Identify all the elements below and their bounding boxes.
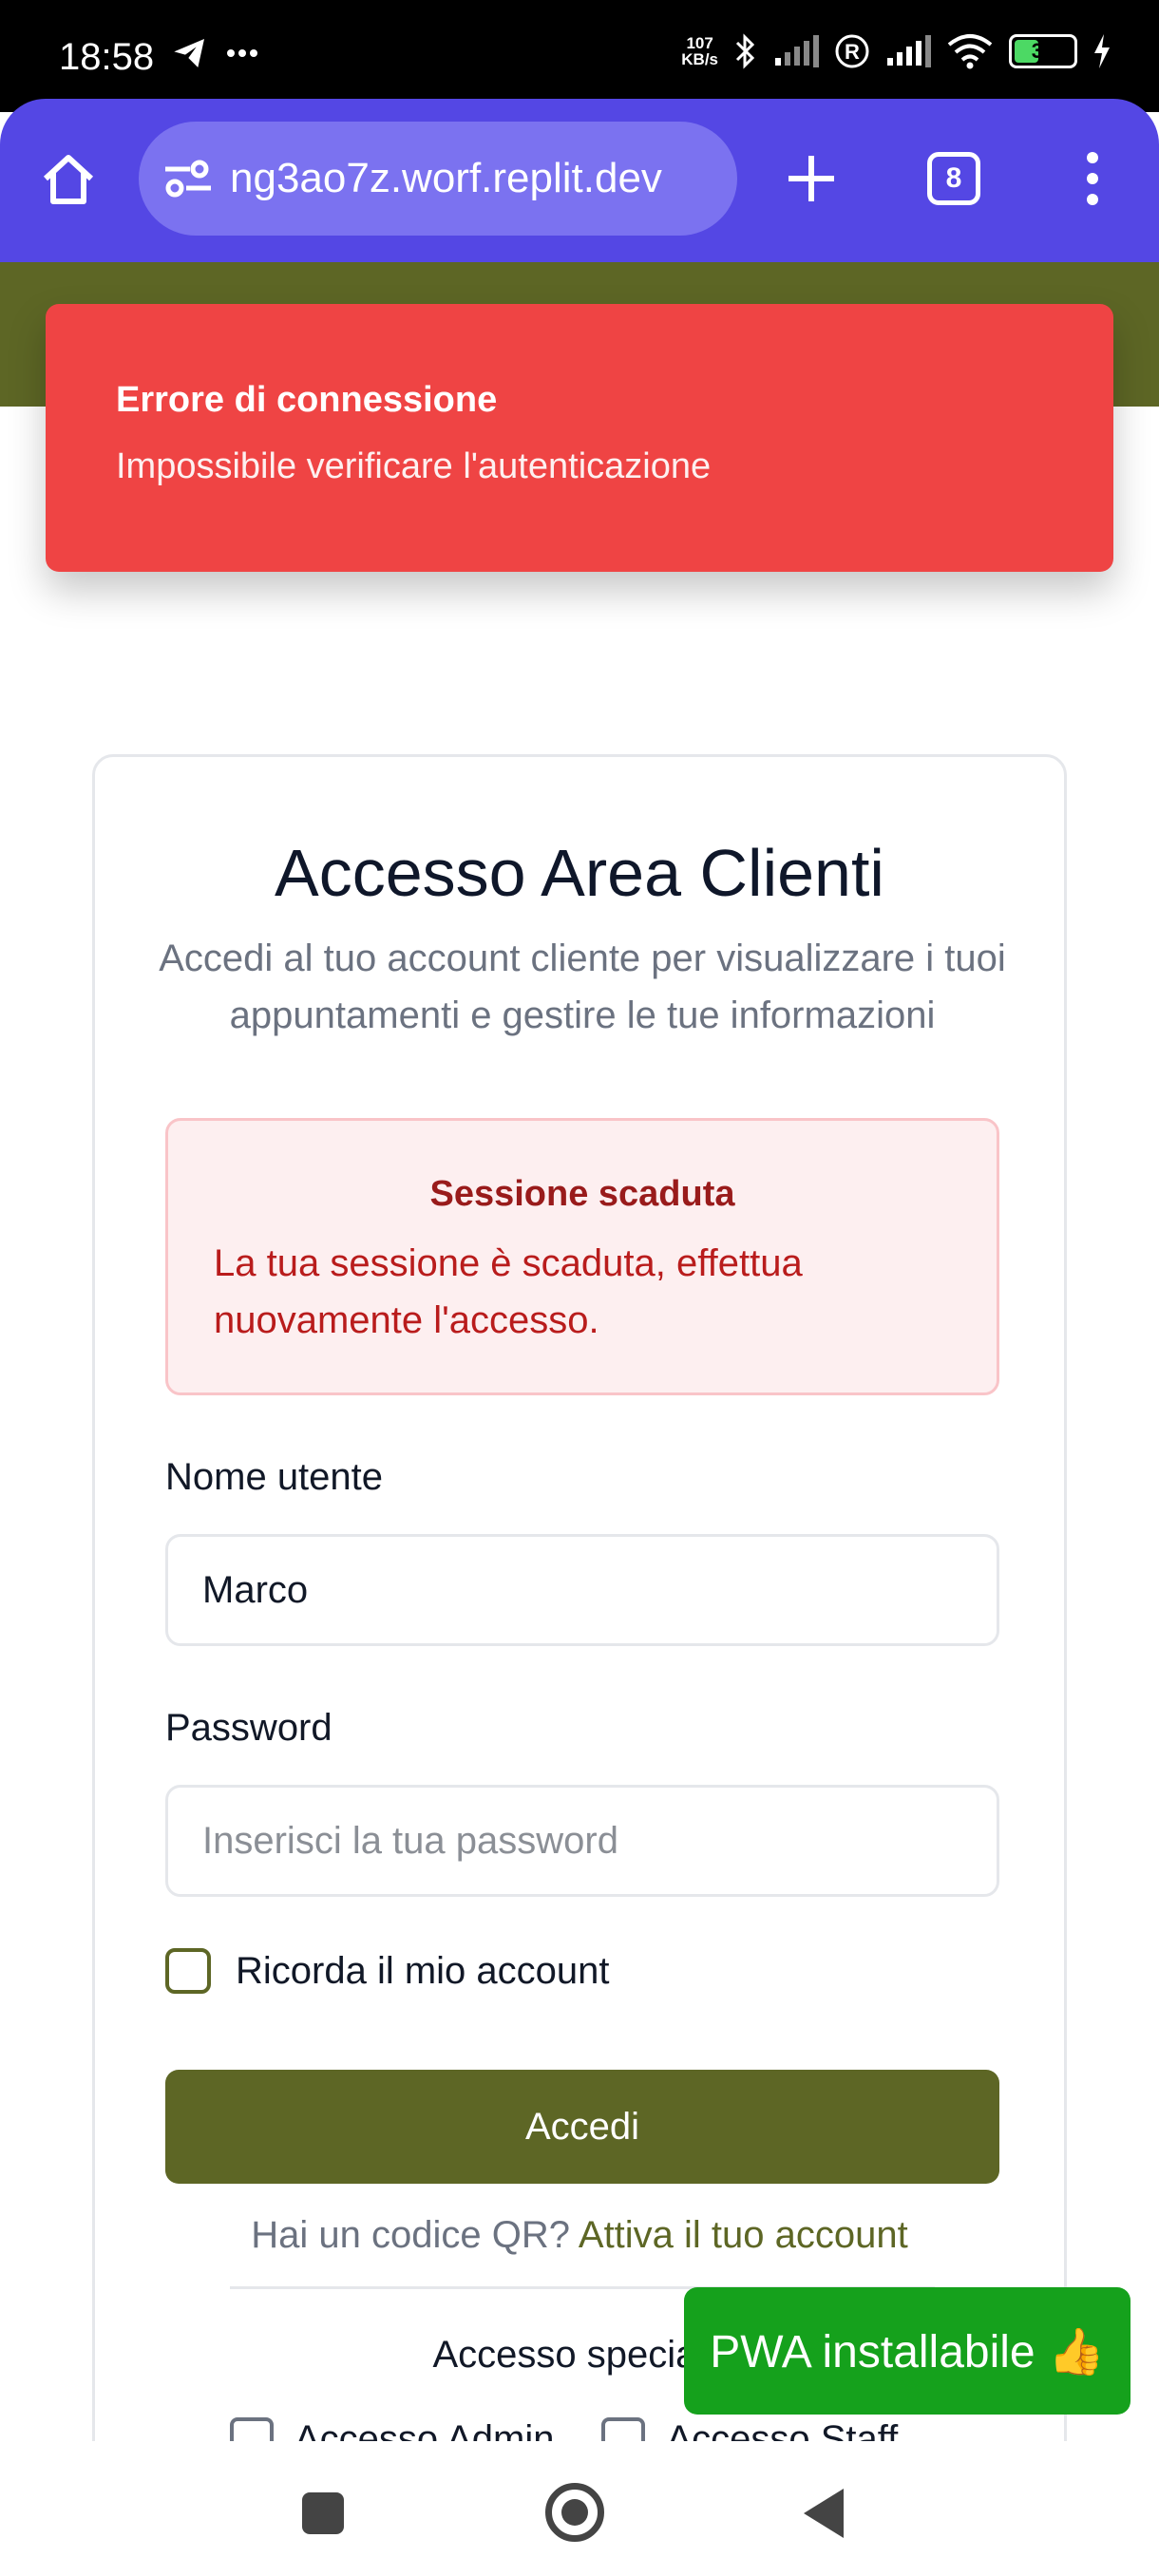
alert-title: Sessione scaduta bbox=[429, 1174, 735, 1214]
toast-message: Impossibile verificare l'autenticazione bbox=[116, 446, 712, 486]
home-icon[interactable] bbox=[36, 146, 101, 211]
pwa-install-badge[interactable]: PWA installabile 👍 bbox=[684, 2287, 1130, 2415]
network-speed: 107 KB/s bbox=[681, 35, 718, 67]
username-label: Nome utente bbox=[165, 1456, 384, 1498]
bluetooth-icon bbox=[735, 33, 755, 69]
telegram-icon bbox=[174, 39, 204, 67]
home-nav-icon[interactable] bbox=[545, 2483, 604, 2542]
signal-icon bbox=[887, 35, 931, 67]
more-dots-icon bbox=[227, 49, 257, 57]
battery-icon: 39 bbox=[1009, 34, 1077, 68]
error-toast[interactable]: Errore di connessione Impossibile verifi… bbox=[46, 304, 1113, 572]
browser-menu-icon[interactable] bbox=[1074, 146, 1112, 211]
username-field[interactable]: Marco bbox=[165, 1534, 999, 1646]
battery-level: 39 bbox=[1031, 39, 1055, 63]
tab-switcher-button[interactable]: 8 bbox=[927, 152, 980, 205]
page-description: Accedi al tuo account cliente per visual… bbox=[159, 938, 1006, 1036]
svg-text:R: R bbox=[845, 40, 860, 64]
activate-account-link[interactable]: Attiva il tuo account bbox=[579, 2214, 908, 2256]
alert-message: La tua sessione è scaduta, effettua nuov… bbox=[214, 1242, 803, 1341]
charging-bolt-icon bbox=[1094, 34, 1110, 68]
recents-icon[interactable] bbox=[302, 2492, 344, 2534]
login-button[interactable]: Accedi bbox=[165, 2070, 999, 2184]
remember-checkbox[interactable] bbox=[165, 1948, 211, 1994]
status-left-icons bbox=[171, 34, 258, 72]
remember-me[interactable]: Ricorda il mio account bbox=[165, 1948, 610, 1994]
status-time: 18:58 bbox=[59, 36, 155, 78]
url-text[interactable]: ng3ao7z.worf.replit.dev bbox=[230, 155, 662, 202]
wifi-icon bbox=[947, 34, 993, 69]
back-icon[interactable] bbox=[804, 2489, 844, 2538]
session-expired-alert: Sessione scaduta La tua sessione è scadu… bbox=[165, 1118, 999, 1395]
page-title: Accesso Area Clienti bbox=[275, 836, 884, 910]
qr-activation-line: Hai un codice QR? Attiva il tuo account bbox=[95, 2214, 1064, 2257]
status-bar: 18:58 107 KB/s R 39 bbox=[0, 0, 1159, 112]
status-right-icons: 107 KB/s R 39 bbox=[681, 32, 1112, 70]
network-speed-value: 107 bbox=[686, 34, 713, 52]
toast-title: Errore di connessione bbox=[116, 380, 498, 420]
registered-icon: R bbox=[835, 34, 869, 68]
address-bar[interactable]: ng3ao7z.worf.replit.dev bbox=[139, 122, 737, 236]
password-label: Password bbox=[165, 1707, 332, 1749]
browser-toolbar: ng3ao7z.worf.replit.dev 8 bbox=[0, 99, 1159, 262]
signal-weak-icon bbox=[775, 35, 819, 67]
system-nav-bar bbox=[0, 2441, 1159, 2576]
site-settings-icon[interactable] bbox=[162, 152, 215, 205]
page: 18:58 107 KB/s R 39 ng3ao7z.worf.replit.… bbox=[0, 0, 1159, 2576]
qr-prompt: Hai un codice QR? bbox=[251, 2214, 579, 2256]
remember-label: Ricorda il mio account bbox=[236, 1949, 610, 1992]
network-speed-unit: KB/s bbox=[681, 50, 718, 68]
password-field[interactable]: Inserisci la tua password bbox=[165, 1785, 999, 1897]
new-tab-icon[interactable] bbox=[779, 146, 844, 211]
